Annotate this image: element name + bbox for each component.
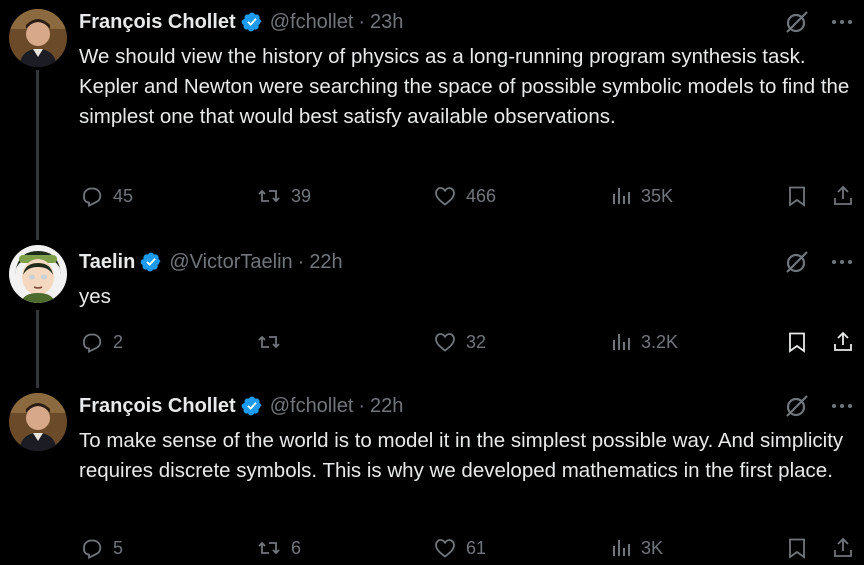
- avatar[interactable]: [9, 9, 67, 67]
- tweet-header: Taelin @VictorTaelin · 22h: [79, 250, 343, 274]
- reply-icon: [83, 333, 102, 353]
- repost-icon: [258, 541, 280, 555]
- display-name[interactable]: Taelin: [79, 251, 135, 274]
- repost-button[interactable]: [255, 327, 283, 357]
- bookmark-icon: [789, 332, 805, 353]
- profile-photo-chollet-icon: [9, 393, 67, 451]
- display-name[interactable]: François Chollet: [79, 11, 236, 34]
- tweet[interactable]: Taelin @VictorTaelin · 22h yes 2 32 3.2K: [0, 240, 864, 388]
- repost-icon: [258, 189, 280, 203]
- avatar[interactable]: [9, 393, 67, 451]
- more-options-icon[interactable]: [830, 10, 854, 34]
- views-button[interactable]: 3.2K: [609, 327, 678, 357]
- bookmark-icon: [789, 538, 805, 559]
- more-options-icon[interactable]: [830, 250, 854, 274]
- avatar[interactable]: [9, 245, 67, 303]
- bookmark-button[interactable]: [785, 533, 809, 563]
- view-count: 35K: [641, 185, 674, 206]
- repost-count: 6: [291, 537, 302, 558]
- timestamp[interactable]: 22h: [309, 251, 342, 274]
- repost-icon: [258, 335, 280, 349]
- share-icon: [834, 537, 852, 557]
- thread-connector-line: [36, 70, 39, 240]
- repost-count: 39: [291, 185, 312, 206]
- grok-icon[interactable]: [784, 393, 810, 419]
- reply-count: 45: [113, 185, 134, 206]
- tweet-actions-bar: 2 32 3.2K: [79, 327, 864, 357]
- like-count: 466: [466, 185, 497, 206]
- tweet[interactable]: François Chollet @fchollet · 23h We shou…: [0, 0, 864, 240]
- user-handle[interactable]: @fchollet: [270, 395, 354, 418]
- reply-icon: [83, 187, 102, 207]
- verified-badge-icon[interactable]: [241, 11, 263, 33]
- share-icon: [834, 331, 852, 351]
- profile-photo-chollet-icon: [9, 9, 67, 67]
- view-count: 3K: [641, 537, 664, 558]
- display-name[interactable]: François Chollet: [79, 395, 236, 418]
- tweet-text: To make sense of the world is to model i…: [79, 429, 844, 482]
- reply-count: 2: [113, 331, 124, 352]
- tweet-text: We should view the history of physics as…: [79, 45, 850, 128]
- heart-icon: [435, 333, 455, 352]
- like-button[interactable]: 466: [432, 181, 496, 211]
- reply-count: 5: [113, 537, 124, 558]
- separator-dot: ·: [297, 250, 305, 273]
- tweet-actions-bar: 5 6 61 3K: [79, 533, 864, 563]
- repost-button[interactable]: 39: [255, 181, 311, 211]
- reply-icon: [83, 539, 102, 559]
- views-button[interactable]: 35K: [609, 181, 673, 211]
- verified-badge-icon[interactable]: [140, 251, 162, 273]
- like-count: 61: [466, 537, 487, 558]
- cartoon-avatar-taelin-icon: [9, 245, 67, 303]
- views-button[interactable]: 3K: [609, 533, 663, 563]
- like-count: 32: [466, 331, 487, 352]
- share-button[interactable]: [831, 533, 855, 563]
- repost-button[interactable]: 6: [255, 533, 301, 563]
- tweet-top-actions: [784, 249, 854, 275]
- separator-dot: ·: [358, 394, 366, 417]
- more-options-icon[interactable]: [830, 394, 854, 418]
- reply-button[interactable]: 5: [79, 533, 123, 563]
- analytics-icon: [613, 540, 630, 556]
- view-count: 3.2K: [641, 331, 679, 352]
- heart-icon: [435, 187, 455, 206]
- bookmark-button[interactable]: [785, 327, 809, 357]
- tweet-header: François Chollet @fchollet · 23h: [79, 10, 403, 34]
- user-handle[interactable]: @VictorTaelin: [169, 251, 292, 274]
- tweet-top-actions: [784, 9, 854, 35]
- reply-button[interactable]: 45: [79, 181, 133, 211]
- analytics-icon: [613, 188, 630, 204]
- verified-badge-icon[interactable]: [241, 395, 263, 417]
- heart-icon: [435, 539, 455, 558]
- timestamp[interactable]: 22h: [370, 395, 403, 418]
- like-button[interactable]: 61: [432, 533, 486, 563]
- timestamp[interactable]: 23h: [370, 11, 403, 34]
- analytics-icon: [613, 334, 630, 350]
- bookmark-button[interactable]: [785, 181, 809, 211]
- tweet[interactable]: François Chollet @fchollet · 22h To make…: [0, 384, 864, 565]
- bookmark-icon: [789, 186, 805, 207]
- separator-dot: ·: [358, 10, 366, 33]
- user-handle[interactable]: @fchollet: [270, 11, 354, 34]
- share-button[interactable]: [831, 181, 855, 211]
- tweet-top-actions: [784, 393, 854, 419]
- share-icon: [834, 185, 852, 205]
- grok-icon[interactable]: [784, 9, 810, 35]
- share-button[interactable]: [831, 327, 855, 357]
- tweet-actions-bar: 45 39 466 35K: [79, 181, 864, 211]
- like-button[interactable]: 32: [432, 327, 486, 357]
- tweet-text: yes: [79, 285, 111, 308]
- conversation-thread: François Chollet @fchollet · 23h We shou…: [0, 0, 864, 565]
- thread-connector-line: [36, 310, 39, 388]
- tweet-header: François Chollet @fchollet · 22h: [79, 394, 403, 418]
- reply-button[interactable]: 2: [79, 327, 123, 357]
- grok-icon[interactable]: [784, 249, 810, 275]
